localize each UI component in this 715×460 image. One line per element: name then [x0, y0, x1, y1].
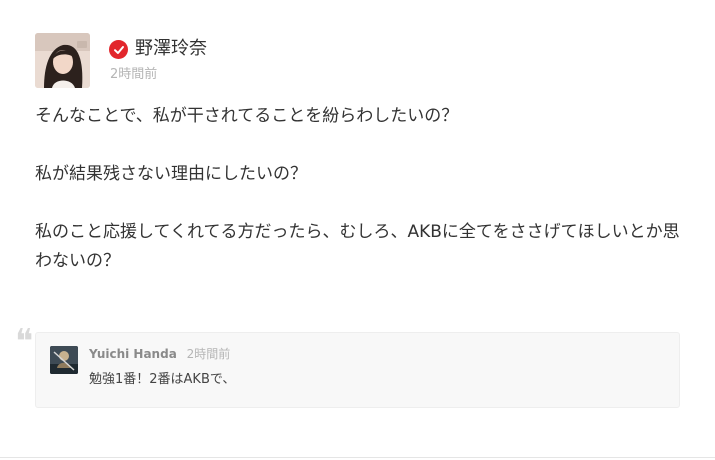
reply-meta: Yuichi Handa 2時間前: [89, 345, 230, 363]
reply-comment: Yuichi Handa 2時間前 勉強1番！2番はAKBで、: [35, 332, 680, 408]
author-avatar-image: [35, 33, 90, 88]
post-paragraph: 私が結果残さない理由にしたいの？: [35, 164, 307, 184]
reply-author-avatar[interactable]: [50, 346, 78, 374]
author-avatar[interactable]: [35, 33, 90, 88]
checkmark-icon: [113, 45, 124, 54]
verified-badge-icon: [109, 40, 128, 59]
reply-timestamp: 2時間前: [186, 347, 231, 361]
post-paragraph: 私のこと応援してくれてる方だったら、むしろ、AKBに全てをささげてほしいとか思わ…: [35, 222, 680, 271]
post-body: そんなことで、私が干されてることを紛らわしたいの？ 私が結果残さない理由にしたい…: [35, 102, 685, 276]
quote-icon: ❝: [15, 322, 34, 362]
post-card: 野澤玲奈 2時間前 そんなことで、私が干されてることを紛らわしたいの？ 私が結果…: [0, 0, 715, 460]
post-timestamp: 2時間前: [110, 67, 158, 82]
post-paragraph: そんなことで、私が干されてることを紛らわしたいの？: [35, 106, 459, 126]
reply-author-name[interactable]: Yuichi Handa: [89, 347, 177, 361]
post-divider: [0, 457, 715, 458]
reply-avatar-image: [50, 346, 78, 374]
author-name[interactable]: 野澤玲奈: [135, 37, 207, 61]
reply-text: 勉強1番！2番はAKBで、: [89, 372, 236, 387]
